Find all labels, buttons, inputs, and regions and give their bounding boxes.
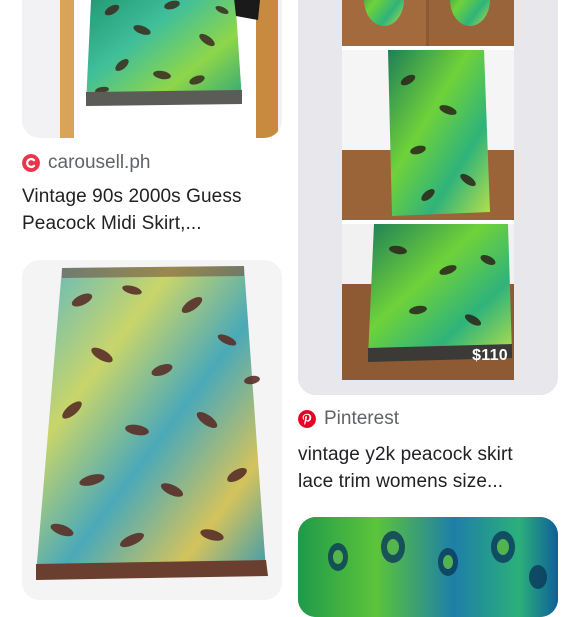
pinterest-logo-icon — [298, 410, 316, 428]
result-image-4[interactable] — [298, 517, 558, 617]
result-source-label: Pinterest — [324, 408, 399, 429]
skirt-photo-1 — [22, 0, 282, 138]
price-badge: $110 — [472, 347, 508, 364]
result-source-label: carousell.ph — [48, 152, 151, 173]
result-title-1[interactable]: Vintage 90s 2000s Guess Peacock Midi Ski… — [22, 183, 284, 237]
peacock-fabric-photo — [298, 517, 558, 617]
skirt-collage-photo — [298, 0, 558, 395]
result-source-1[interactable]: carousell.ph — [22, 152, 150, 174]
result-source-2[interactable]: Pinterest — [298, 408, 399, 430]
result-image-2[interactable]: $110 — [298, 0, 558, 395]
carousell-logo-icon — [22, 154, 40, 172]
skirt-photo-3 — [22, 260, 282, 600]
result-title-line: lace trim womens size... — [298, 471, 504, 492]
result-title-line: Vintage 90s 2000s Guess — [22, 186, 242, 207]
result-title-2[interactable]: vintage y2k peacock skirt lace trim wome… — [298, 441, 560, 495]
result-title-line: vintage y2k peacock skirt — [298, 444, 513, 465]
result-image-1[interactable] — [22, 0, 282, 138]
result-image-3[interactable] — [22, 260, 282, 600]
result-title-line: Peacock Midi Skirt,... — [22, 213, 202, 234]
